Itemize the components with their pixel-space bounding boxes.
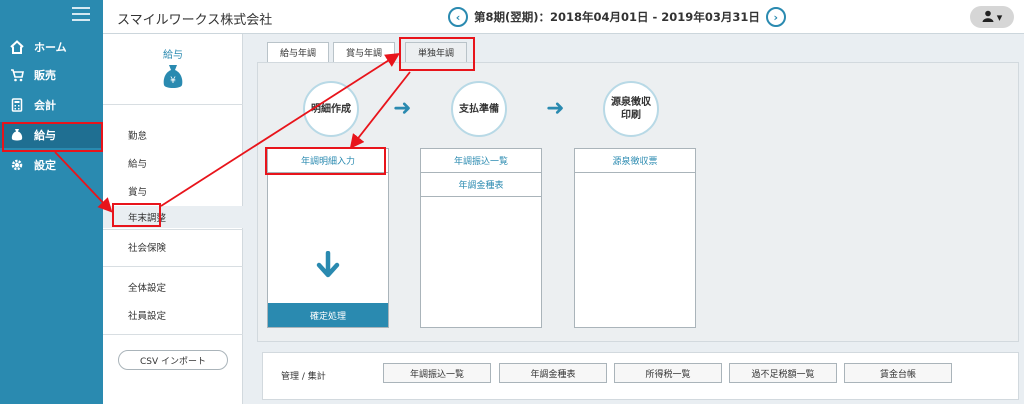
chevron-down-icon: ▾: [996, 10, 1003, 24]
hamburger-menu-icon[interactable]: [72, 7, 90, 21]
main-content: 給与年調 賞与年調 単独年調 明細作成 ➜ 支払準備 ➜ 源泉徴収 印刷 年調明…: [243, 34, 1024, 404]
confirm-process-button[interactable]: 確定処理: [268, 303, 388, 327]
sidebar-item-label: 設定: [34, 159, 56, 172]
sidebar-item-sales[interactable]: 販売: [0, 62, 103, 88]
mgmt-denomination-table-button[interactable]: 年調金種表: [499, 363, 607, 383]
subpanel-item-salary[interactable]: 給与: [128, 156, 147, 170]
subpanel-item-label: 年末調整: [128, 213, 167, 224]
subpanel-item-general-settings[interactable]: 全体設定: [128, 280, 166, 294]
tab-bonus-year-end[interactable]: 賞与年調: [333, 42, 395, 62]
sidebar-item-home[interactable]: ホーム: [0, 34, 103, 60]
cart-icon: [10, 68, 24, 82]
arrow-down-icon: [316, 250, 340, 279]
csv-import-button[interactable]: CSV インポート: [118, 350, 228, 370]
management-label: 管理 / 集計: [281, 372, 326, 382]
home-icon: [10, 40, 24, 54]
step-print-withholding: 源泉徴収 印刷: [603, 81, 659, 137]
subpanel-item-employee-settings[interactable]: 社員設定: [128, 308, 166, 322]
sidebar-item-label: ホーム: [34, 41, 67, 54]
tab-payroll-year-end[interactable]: 給与年調: [267, 42, 329, 62]
arrow-right-icon: ➜: [546, 96, 565, 121]
link-year-end-transfer-list[interactable]: 年調振込一覧: [421, 149, 541, 173]
box-payment-preparation: 年調振込一覧 年調金種表: [420, 148, 542, 328]
tab-standalone-year-end[interactable]: 単独年調: [405, 42, 467, 62]
calculator-icon: [10, 98, 24, 112]
chevron-left-icon[interactable]: ‹: [448, 7, 468, 27]
mgmt-wage-ledger-button[interactable]: 賃金台帳: [844, 363, 952, 383]
sidebar-item-settings[interactable]: 設定: [0, 152, 103, 178]
payroll-subpanel: 給与 ¥ 勤怠 給与 賞与 年末調整 社会保険 全体設定 社員設定 CSV イン…: [103, 34, 243, 404]
mgmt-income-tax-list-button[interactable]: 所得税一覧: [614, 363, 722, 383]
svg-text:¥: ¥: [170, 76, 176, 86]
gear-icon: [10, 158, 24, 172]
mgmt-tax-difference-list-button[interactable]: 過不足税額一覧: [729, 363, 837, 383]
subpanel-item-bonus[interactable]: 賞与: [128, 184, 147, 198]
step-payment-preparation: 支払準備: [451, 81, 507, 137]
subpanel-item-year-end-adjustment[interactable]: 年末調整: [103, 206, 243, 228]
company-name: スマイルワークス株式会社: [117, 13, 273, 28]
box-print-withholding: 源泉徴収票: [574, 148, 696, 328]
step-create-details: 明細作成: [303, 81, 359, 137]
mgmt-transfer-list-button[interactable]: 年調振込一覧: [383, 363, 491, 383]
arrow-right-icon: ➜: [393, 96, 412, 121]
sidebar-item-label: 給与: [34, 129, 56, 142]
chevron-right-icon[interactable]: ›: [765, 7, 786, 27]
subpanel-item-attendance[interactable]: 勤怠: [128, 128, 147, 142]
top-header: スマイルワークス株式会社 ‹ 第8期(翌期)：2018年04月01日 - 201…: [103, 0, 1024, 34]
user-icon: [982, 10, 994, 25]
management-bar: 管理 / 集計 年調振込一覧 年調金種表 所得税一覧 過不足税額一覧 賃金台帳: [262, 352, 1019, 400]
sidebar-item-label: 販売: [34, 69, 56, 82]
subpanel-item-social-insurance[interactable]: 社会保険: [128, 240, 166, 254]
link-year-end-denomination-table[interactable]: 年調金種表: [421, 173, 541, 197]
fiscal-period-label: 第8期(翌期)：2018年04月01日 - 2019年03月31日: [474, 10, 760, 24]
main-sidebar: ホーム 販売 会計 給与 設定: [0, 0, 103, 404]
workflow-area: 明細作成 ➜ 支払準備 ➜ 源泉徴収 印刷 年調明細入力 確定処理 年調振込一覧…: [257, 62, 1019, 342]
subpanel-title: 給与: [163, 50, 183, 61]
sidebar-item-payroll[interactable]: 給与: [0, 122, 103, 148]
money-bag-icon: [10, 128, 24, 142]
user-menu-button[interactable]: ▾: [970, 6, 1014, 28]
fiscal-period-selector: ‹ 第8期(翌期)：2018年04月01日 - 2019年03月31日 ›: [448, 7, 786, 27]
link-year-end-detail-input[interactable]: 年調明細入力: [268, 149, 388, 173]
box-create-details: 年調明細入力 確定処理: [267, 148, 389, 328]
money-bag-icon: ¥: [162, 64, 184, 90]
sidebar-item-label: 会計: [34, 99, 56, 112]
link-withholding-slip[interactable]: 源泉徴収票: [575, 149, 695, 173]
sidebar-item-accounting[interactable]: 会計: [0, 92, 103, 118]
